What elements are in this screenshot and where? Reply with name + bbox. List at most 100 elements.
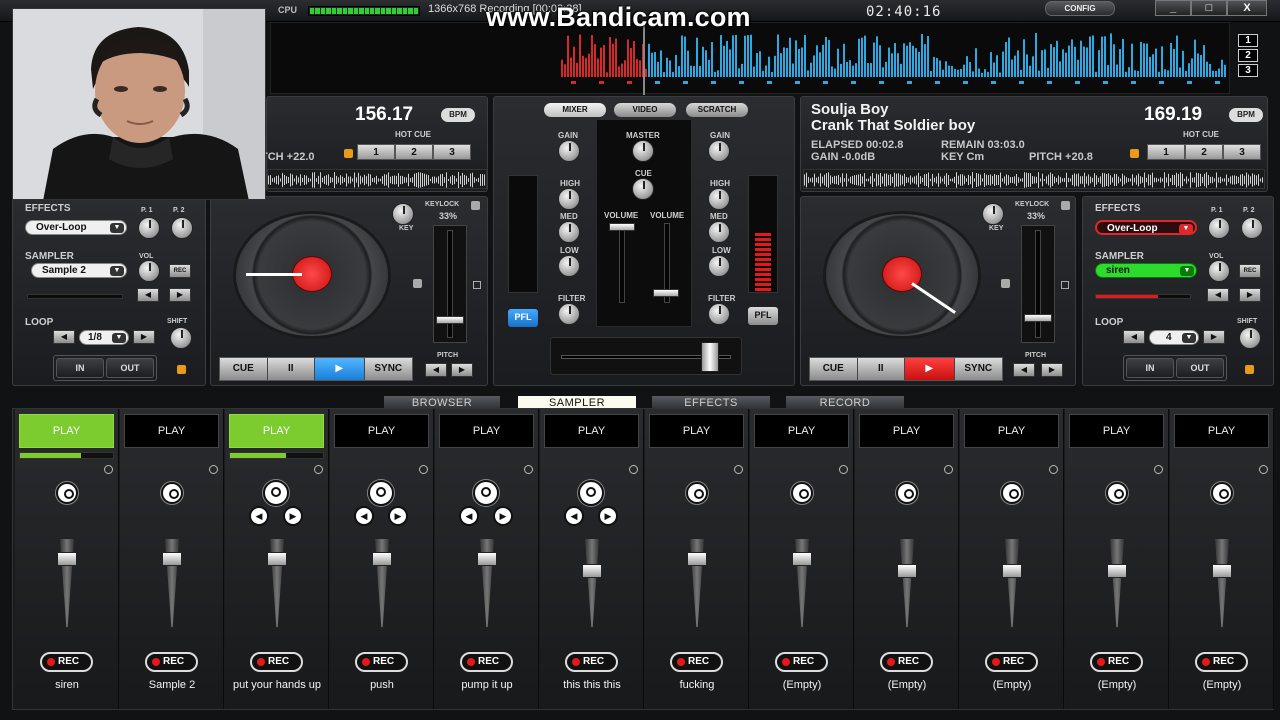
right-loop-in-button[interactable]: IN: [1126, 358, 1174, 378]
sampler-play-button[interactable]: PLAY: [754, 414, 849, 448]
sampler-next-icon[interactable]: ▶: [598, 506, 618, 526]
deck-3-indicator[interactable]: 3: [1238, 64, 1258, 77]
right-sampler-prev-button[interactable]: ◀: [1207, 288, 1229, 302]
left-loop-out-button[interactable]: OUT: [106, 358, 154, 378]
right-track-waveform[interactable]: [803, 169, 1265, 189]
lock-icon[interactable]: [1245, 365, 1254, 374]
sampler-volume-track[interactable]: [1215, 539, 1229, 627]
sampler-prev-icon[interactable]: ◀: [354, 506, 374, 526]
right-med-knob[interactable]: [708, 221, 730, 243]
deck-1-indicator[interactable]: 1: [1238, 34, 1258, 47]
sampler-options-icon[interactable]: [734, 465, 743, 474]
loop-mode-icon[interactable]: [368, 480, 394, 506]
right-loop-double-button[interactable]: ▶: [1203, 330, 1225, 344]
left-hot-cue-3[interactable]: 3: [433, 144, 471, 160]
sampler-volume-handle[interactable]: [267, 552, 287, 566]
left-loop-select[interactable]: 1/8 ▼: [79, 330, 129, 345]
left-pitch-slider[interactable]: [433, 225, 467, 343]
sampler-volume-handle[interactable]: [1212, 564, 1232, 578]
sampler-options-icon[interactable]: [524, 465, 533, 474]
loop-mode-icon[interactable]: [473, 480, 499, 506]
left-cue-button[interactable]: CUE: [220, 358, 268, 380]
sampler-options-icon[interactable]: [209, 465, 218, 474]
right-hot-cue-1[interactable]: 1: [1147, 144, 1185, 160]
right-pitch-up-button[interactable]: ▶: [1041, 363, 1063, 377]
tab-mixer[interactable]: MIXER: [544, 103, 606, 117]
left-hot-cue-1[interactable]: 1: [357, 144, 395, 160]
sampler-play-button[interactable]: PLAY: [1174, 414, 1269, 448]
sampler-options-icon[interactable]: [419, 465, 428, 474]
right-sampler-next-button[interactable]: ▶: [1239, 288, 1261, 302]
pitch-reset-icon[interactable]: [473, 281, 481, 289]
sampler-options-icon[interactable]: [104, 465, 113, 474]
left-loop-double-button[interactable]: ▶: [133, 330, 155, 344]
right-loop-halve-button[interactable]: ◀: [1123, 330, 1145, 344]
sampler-volume-handle[interactable]: [1002, 564, 1022, 578]
loop-mode-icon[interactable]: [896, 482, 918, 504]
left-high-knob[interactable]: [558, 188, 580, 210]
sampler-volume-handle[interactable]: [57, 552, 77, 566]
left-sync-button[interactable]: SYNC: [364, 358, 413, 380]
sampler-play-button[interactable]: PLAY: [19, 414, 114, 448]
sampler-rec-button[interactable]: REC: [250, 652, 303, 672]
loop-mode-icon[interactable]: [1211, 482, 1233, 504]
sampler-play-button[interactable]: PLAY: [544, 414, 639, 448]
left-shift-knob[interactable]: [170, 327, 192, 349]
left-play-button[interactable]: ▶: [315, 358, 365, 380]
sampler-rec-button[interactable]: REC: [145, 652, 198, 672]
left-pitch-handle[interactable]: [436, 316, 464, 324]
lock-icon[interactable]: [1001, 279, 1010, 288]
sampler-play-button[interactable]: PLAY: [229, 414, 324, 448]
sampler-volume-track[interactable]: [900, 539, 914, 627]
sampler-volume-track[interactable]: [1005, 539, 1019, 627]
lock-icon[interactable]: [413, 279, 422, 288]
right-sampler-select[interactable]: siren ▼: [1095, 263, 1197, 278]
right-gain-knob[interactable]: [708, 140, 730, 162]
left-med-knob[interactable]: [558, 221, 580, 243]
right-play-button[interactable]: ▶: [905, 358, 955, 380]
sampler-volume-handle[interactable]: [792, 552, 812, 566]
tab-scratch[interactable]: SCRATCH: [686, 103, 748, 117]
sampler-rec-button[interactable]: REC: [355, 652, 408, 672]
sampler-prev-icon[interactable]: ◀: [564, 506, 584, 526]
right-volume-fader[interactable]: [653, 289, 679, 297]
sampler-play-button[interactable]: PLAY: [334, 414, 429, 448]
sampler-rec-button[interactable]: REC: [565, 652, 618, 672]
deck-2-indicator[interactable]: 2: [1238, 49, 1258, 62]
left-bpm-button[interactable]: BPM: [441, 108, 475, 122]
left-sampler-rec-button[interactable]: REC: [169, 264, 191, 278]
right-pitch-slider[interactable]: [1021, 225, 1055, 343]
right-bpm-button[interactable]: BPM: [1229, 108, 1263, 122]
right-p1-knob[interactable]: [1208, 217, 1230, 239]
sampler-options-icon[interactable]: [314, 465, 323, 474]
right-platter[interactable]: [823, 211, 981, 339]
lock-icon[interactable]: [1061, 201, 1070, 210]
loop-mode-icon[interactable]: [1106, 482, 1128, 504]
loop-mode-icon[interactable]: [578, 480, 604, 506]
lock-icon[interactable]: [177, 365, 186, 374]
left-sampler-vol-knob[interactable]: [138, 260, 160, 282]
loop-mode-icon[interactable]: [1001, 482, 1023, 504]
right-sampler-vol-knob[interactable]: [1208, 260, 1230, 282]
right-pitch-down-button[interactable]: ◀: [1013, 363, 1035, 377]
right-hot-cue-3[interactable]: 3: [1223, 144, 1261, 160]
sampler-options-icon[interactable]: [839, 465, 848, 474]
right-pause-button[interactable]: II: [857, 358, 906, 380]
right-cue-button[interactable]: CUE: [810, 358, 858, 380]
sampler-rec-button[interactable]: REC: [1090, 652, 1143, 672]
sampler-options-icon[interactable]: [1049, 465, 1058, 474]
sampler-volume-handle[interactable]: [477, 552, 497, 566]
left-track-waveform[interactable]: [267, 169, 487, 189]
pitch-reset-icon[interactable]: [1061, 281, 1069, 289]
sampler-next-icon[interactable]: ▶: [388, 506, 408, 526]
sampler-options-icon[interactable]: [944, 465, 953, 474]
sampler-volume-handle[interactable]: [687, 552, 707, 566]
config-button[interactable]: CONFIG: [1045, 1, 1115, 16]
left-pfl-button[interactable]: PFL: [508, 309, 538, 327]
left-filter-knob[interactable]: [558, 303, 580, 325]
left-effect-select[interactable]: Over-Loop ▼: [25, 220, 127, 235]
left-loop-halve-button[interactable]: ◀: [53, 330, 75, 344]
right-loop-select[interactable]: 4 ▼: [1149, 330, 1199, 345]
sampler-prev-icon[interactable]: ◀: [249, 506, 269, 526]
left-pitch-down-button[interactable]: ◀: [425, 363, 447, 377]
